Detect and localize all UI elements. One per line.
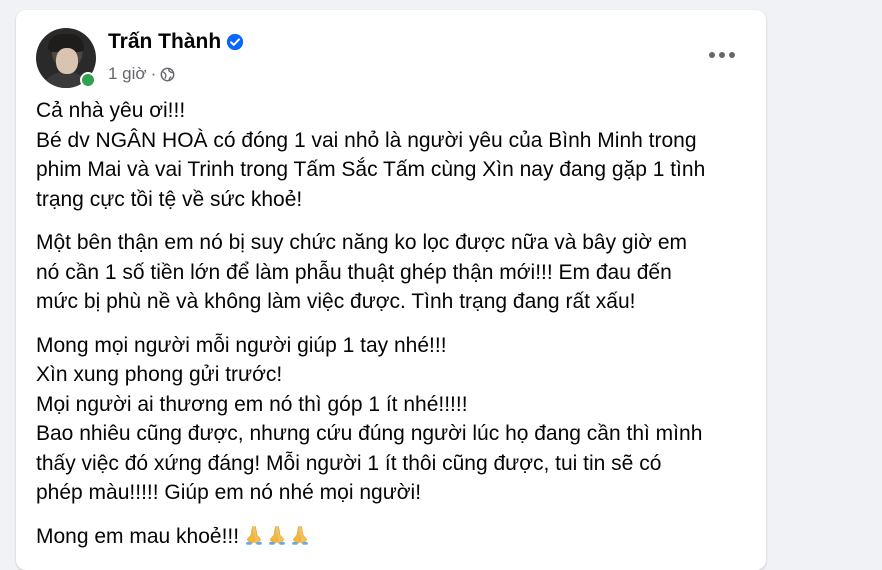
post-line: phép màu!!!!! Giúp em nó nhé mọi người!: [36, 481, 422, 504]
post-line: Mọi người ai thương em nó thì góp 1 ít n…: [36, 392, 468, 416]
more-options-dot: [729, 52, 735, 58]
author-name[interactable]: Trấn Thành: [108, 30, 221, 54]
praying-hands-emoji-group: [243, 524, 312, 555]
praying-hands-icon: [289, 524, 311, 546]
post-line: Xìn xung phong gửi trước!: [36, 363, 283, 386]
post-paragraph: Cả nhà yêu ơi!!! Bé dv NGÂN HOÀ có đóng …: [36, 96, 756, 214]
more-options-icon: [709, 52, 715, 58]
post-card: Trấn Thành 1 giờ · Cả nhà yêu ơi!!! Bé d…: [16, 10, 766, 570]
verified-badge-icon: [226, 33, 244, 51]
post-line: Bao nhiêu cũng được, nhưng cứu đúng ngườ…: [36, 422, 703, 445]
post-paragraph: Một bên thận em nó bị suy chức năng ko l…: [36, 228, 756, 317]
post-timestamp[interactable]: 1 giờ: [108, 64, 147, 84]
post-meta: 1 giờ ·: [108, 64, 175, 84]
post-line: Mong mọi người mỗi người giúp 1 tay nhé!…: [36, 333, 447, 357]
avatar-face: [56, 48, 78, 74]
post-header: Trấn Thành 1 giờ ·: [16, 10, 766, 90]
post-line: nó cần 1 số tiền lớn để làm phẫu thuật g…: [36, 260, 672, 284]
post-closing: Mong em mau khoẻ!!!: [36, 522, 756, 555]
author-row: Trấn Thành: [108, 30, 244, 54]
meta-separator: ·: [150, 64, 157, 83]
more-options-dot: [719, 52, 725, 58]
closing-line: Mong em mau khoẻ!!!: [36, 524, 240, 548]
post-line: mức bị phù nề và không làm việc được. Tì…: [36, 290, 636, 313]
globe-icon[interactable]: [160, 67, 175, 82]
post-line: phim Mai và vai Trinh trong Tấm Sắc Tấm …: [36, 158, 706, 181]
post-line: Bé dv NGÂN HOÀ có đóng 1 vai nhỏ là ngườ…: [36, 128, 697, 152]
online-status-indicator: [80, 72, 96, 88]
praying-hands-icon: [243, 524, 265, 546]
post-paragraph: Mong mọi người mỗi người giúp 1 tay nhé!…: [36, 331, 756, 508]
praying-hands-icon: [266, 524, 288, 546]
post-line: trạng cực tồi tệ về sức khoẻ!: [36, 187, 303, 211]
post-line: thấy việc đó xứng đáng! Mỗi người 1 ít t…: [36, 451, 662, 475]
post-body: Cả nhà yêu ơi!!! Bé dv NGÂN HOÀ có đóng …: [36, 96, 756, 568]
more-options-button[interactable]: [702, 40, 742, 70]
post-line: Một bên thận em nó bị suy chức năng ko l…: [36, 231, 688, 254]
post-line: Cả nhà yêu ơi!!!: [36, 99, 186, 122]
